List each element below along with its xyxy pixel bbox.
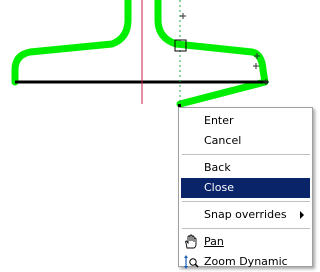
menu-item-label: Back bbox=[204, 161, 231, 174]
menu-item-label: Zoom Dynamic bbox=[204, 255, 288, 268]
menu-item-label: Close bbox=[204, 181, 234, 194]
profile-outline-right bbox=[154, 0, 269, 108]
context-menu: Enter Cancel Back Close Snap overrides P… bbox=[178, 107, 313, 269]
menu-item-label: Enter bbox=[204, 114, 234, 127]
grip-marker bbox=[253, 63, 259, 69]
menu-item-snap-overrides[interactable]: Snap overrides bbox=[179, 205, 312, 225]
submenu-arrow-icon bbox=[300, 211, 304, 219]
menu-item-label: Snap overrides bbox=[204, 208, 287, 221]
menu-separator bbox=[182, 154, 310, 155]
pan-hand-icon bbox=[185, 234, 197, 249]
menu-separator bbox=[182, 201, 310, 202]
zoom-dynamic-icon bbox=[184, 255, 199, 269]
menu-item-back[interactable]: Back bbox=[179, 158, 312, 178]
menu-item-close[interactable]: Close bbox=[181, 178, 310, 198]
menu-separator bbox=[182, 228, 310, 229]
menu-item-enter[interactable]: Enter bbox=[179, 111, 312, 131]
menu-item-label: Pan bbox=[204, 235, 224, 248]
menu-item-pan[interactable]: Pan bbox=[179, 232, 312, 252]
profile-outline-left bbox=[11, 0, 132, 86]
grip-marker bbox=[180, 13, 186, 19]
menu-item-cancel[interactable]: Cancel bbox=[179, 131, 312, 151]
menu-item-label: Cancel bbox=[204, 134, 242, 147]
menu-item-zoom-dynamic[interactable]: Zoom Dynamic bbox=[179, 252, 312, 272]
